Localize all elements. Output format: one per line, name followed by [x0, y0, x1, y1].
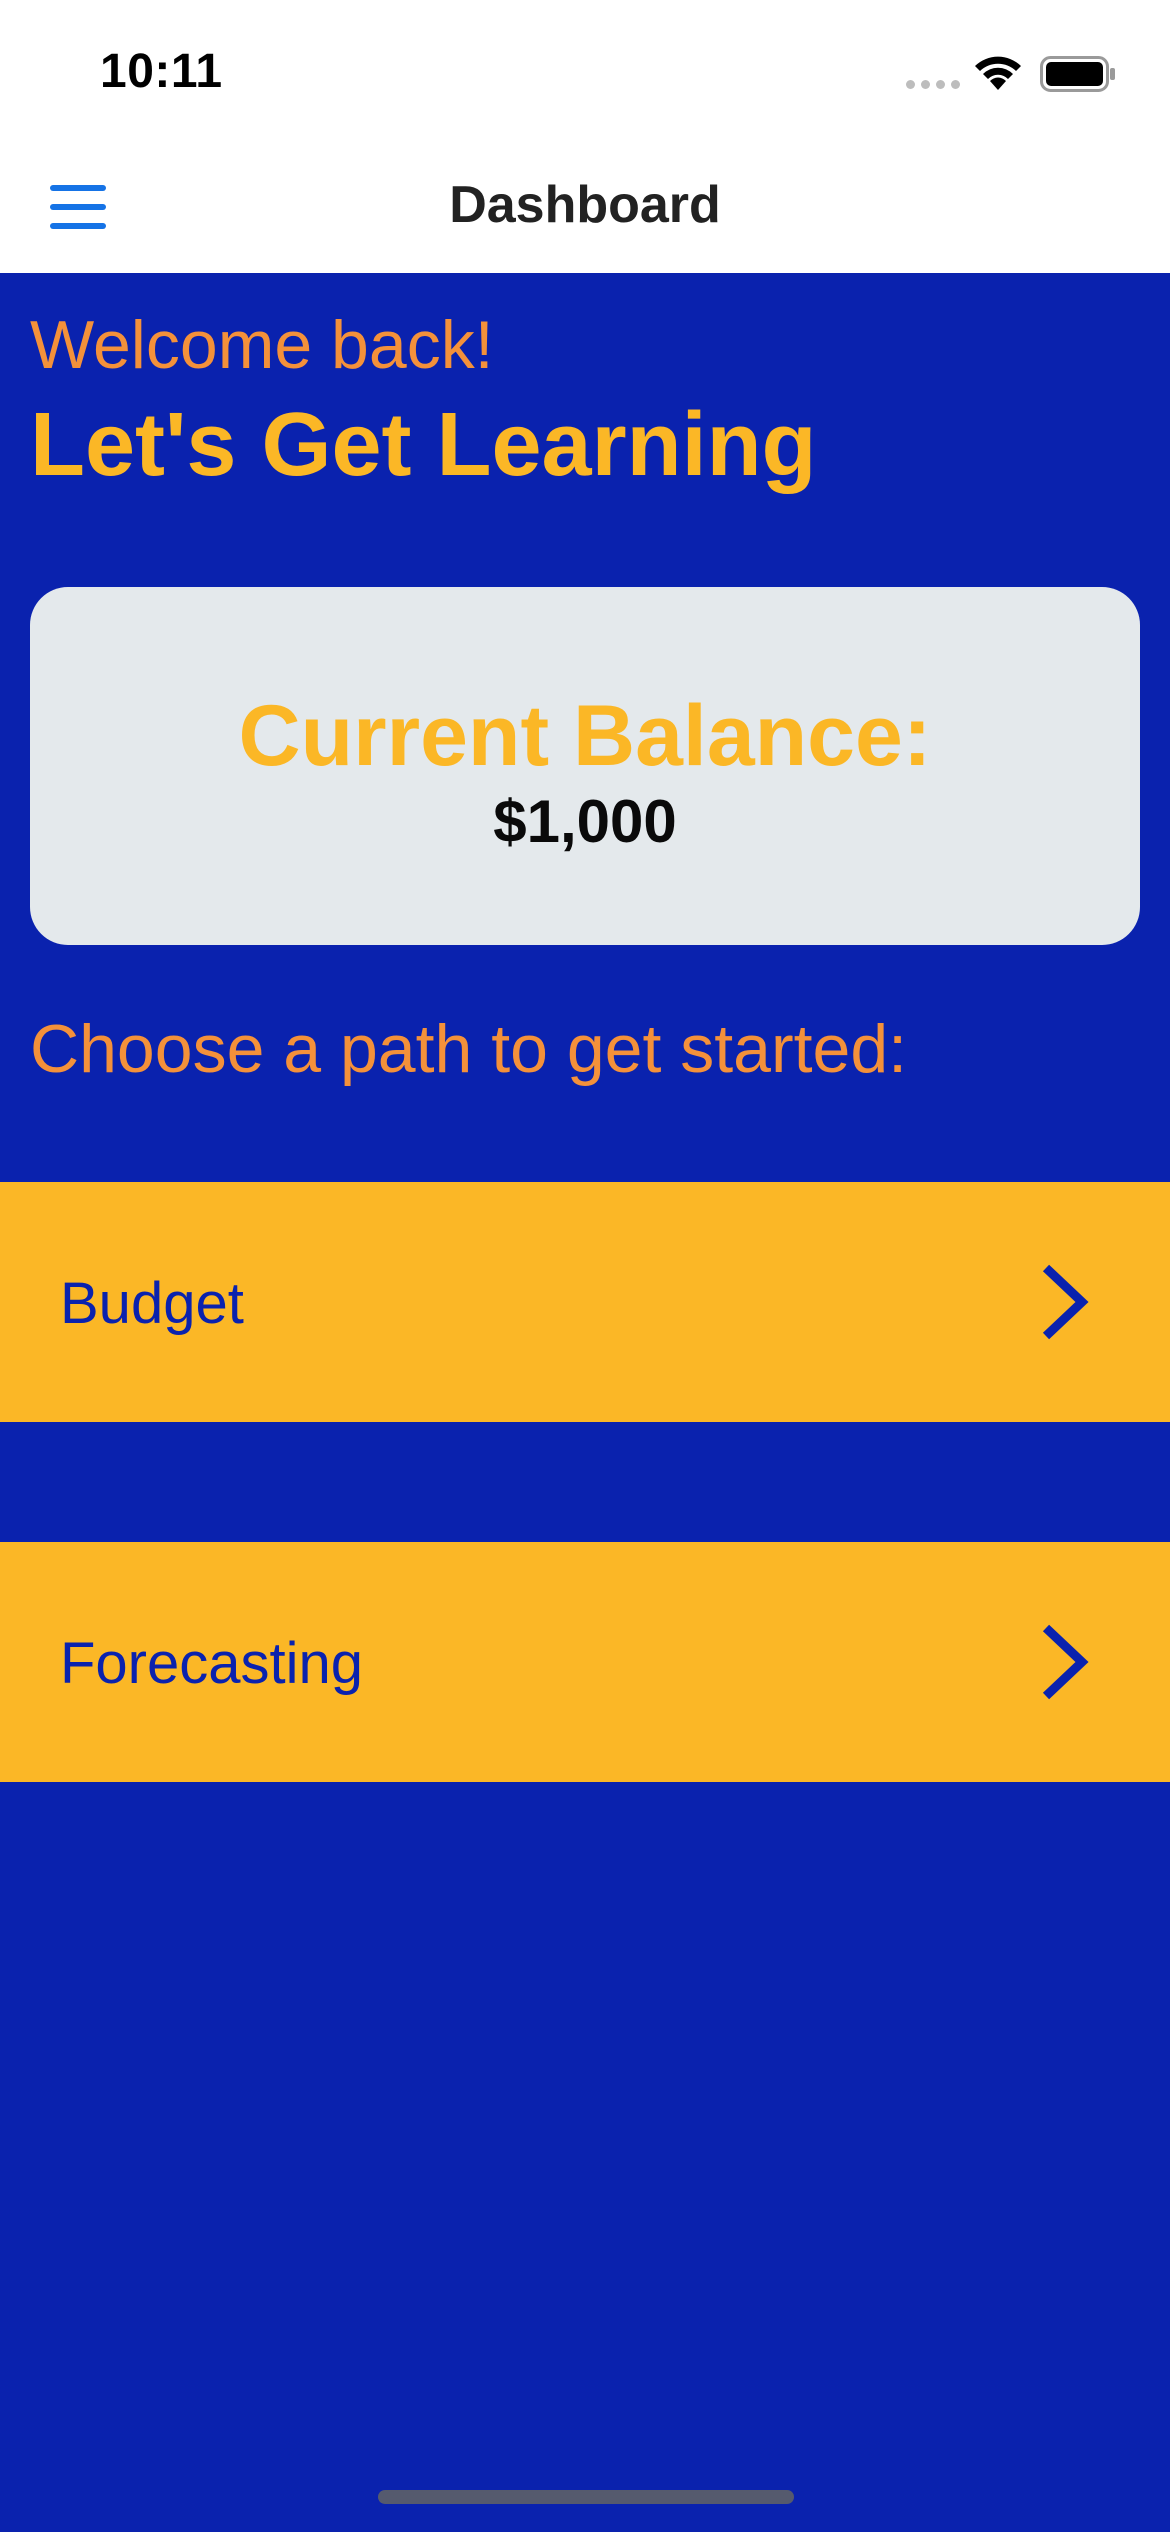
battery-icon: [1040, 56, 1115, 92]
chevron-right-icon: [1042, 1264, 1089, 1340]
path-item-forecasting[interactable]: Forecasting: [0, 1542, 1170, 1782]
cellular-signal-icon: [906, 80, 960, 89]
path-item-budget[interactable]: Budget: [0, 1182, 1170, 1422]
nav-bar: Dashboard: [0, 145, 1170, 273]
chevron-right-icon: [1042, 1624, 1089, 1700]
path-prompt: Choose a path to get started:: [30, 1011, 908, 1087]
page-title: Dashboard: [449, 176, 721, 234]
wifi-icon: [975, 56, 1021, 90]
balance-label: Current Balance:: [238, 688, 932, 784]
status-time: 10:11: [100, 45, 223, 98]
balance-card: Current Balance: $1,000: [30, 587, 1140, 945]
path-item-label: Budget: [60, 1271, 244, 1336]
welcome-headline: Let's Get Learning: [30, 395, 817, 495]
balance-value: $1,000: [493, 788, 677, 855]
path-item-label: Forecasting: [60, 1631, 364, 1696]
home-indicator[interactable]: [378, 2490, 794, 2504]
status-bar: 10:11: [0, 0, 1170, 145]
welcome-greeting: Welcome back!: [30, 307, 494, 383]
